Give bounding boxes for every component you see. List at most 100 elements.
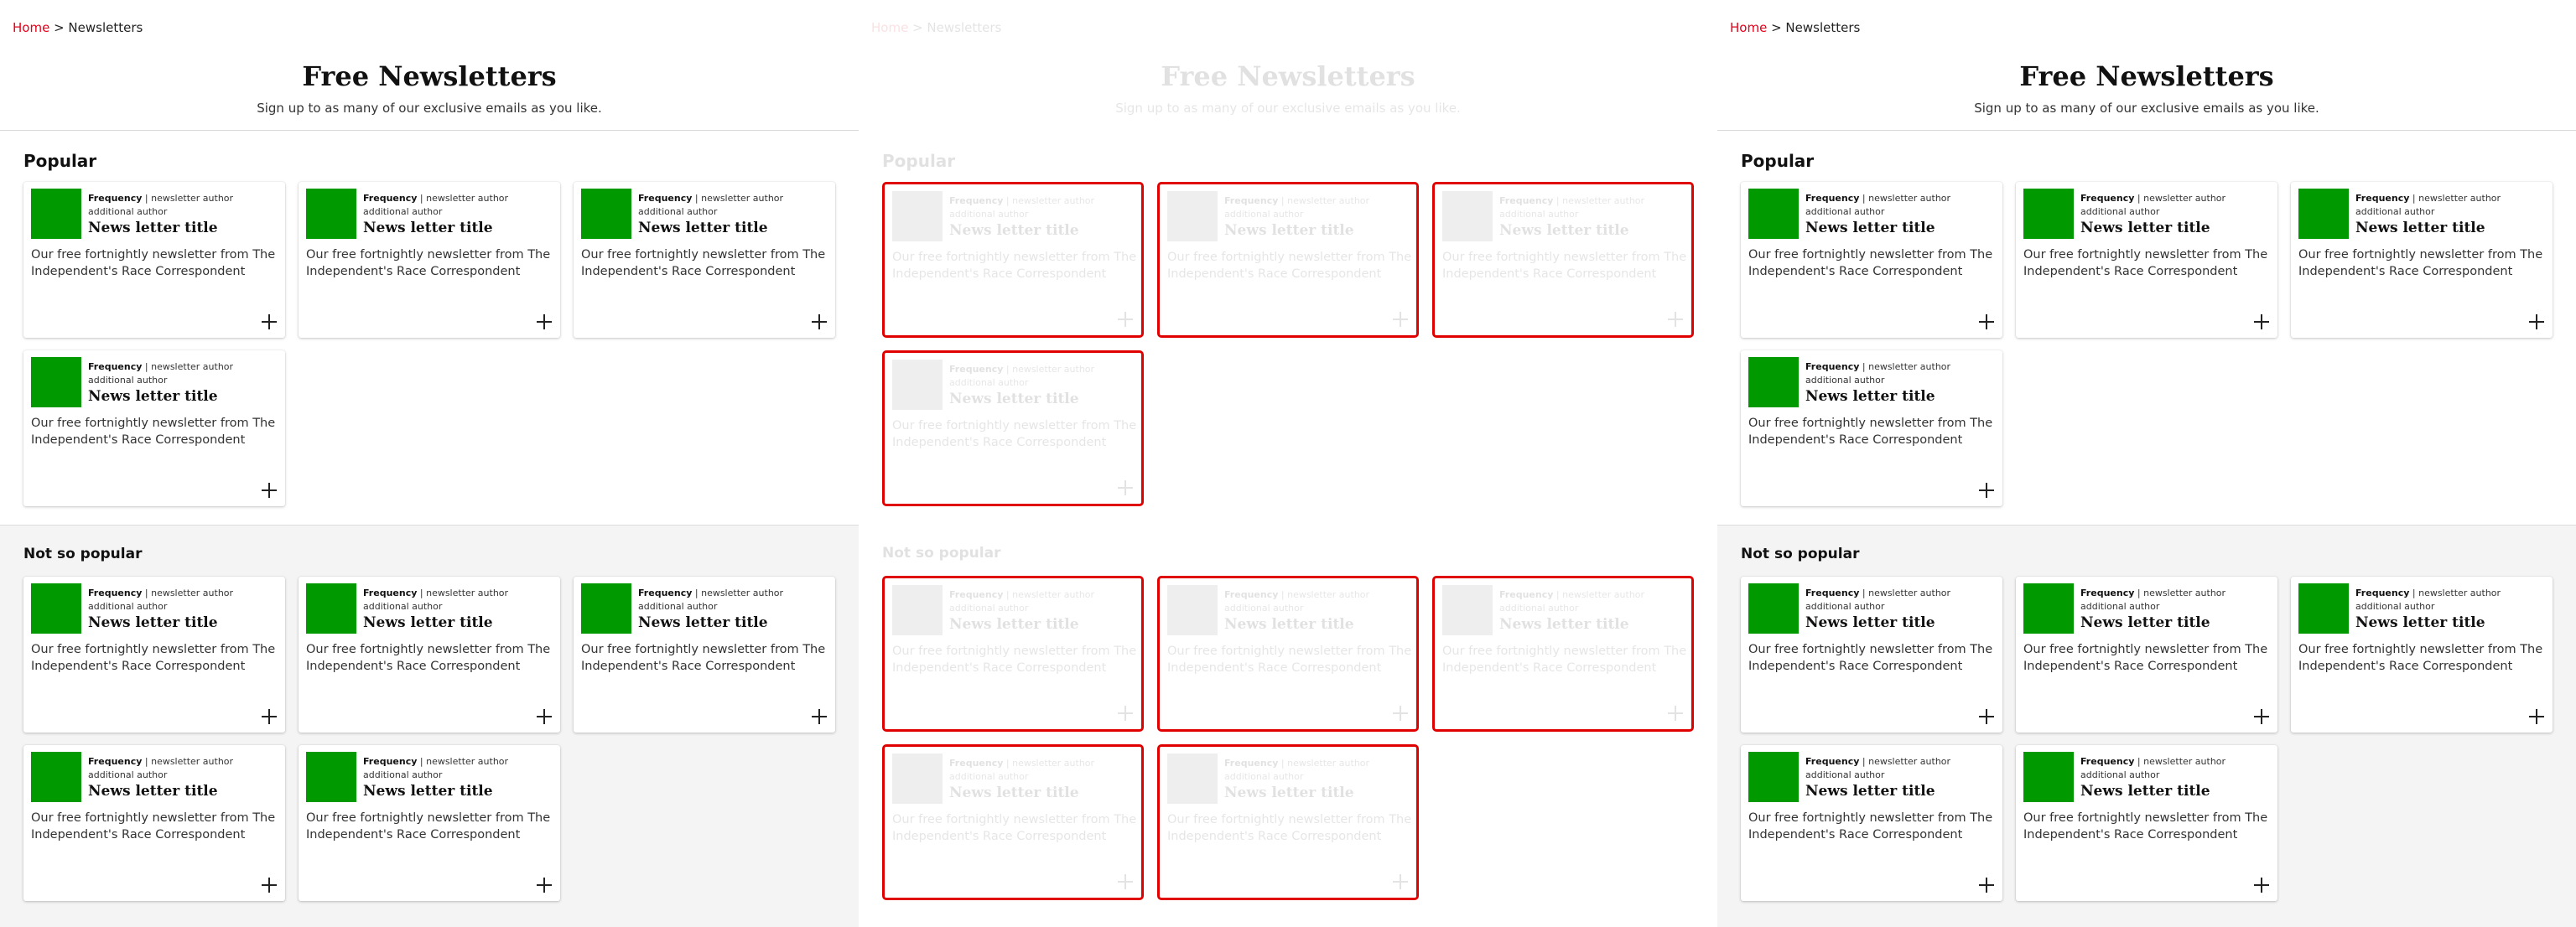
add-newsletter-plus-icon[interactable]: [1668, 312, 1683, 327]
newsletter-title: News letter title: [949, 222, 1079, 239]
newsletter-frequency: Frequency: [363, 756, 418, 767]
newsletter-thumbnail: [306, 189, 356, 239]
newsletter-card[interactable]: Frequency | newsletter author additional…: [574, 577, 835, 733]
breadcrumb-home-link[interactable]: Home: [871, 20, 908, 35]
newsletter-author: newsletter author: [1012, 195, 1095, 206]
newsletter-description: Our free fortnightly newsletter from The…: [581, 248, 826, 278]
newsletter-card[interactable]: Frequency | newsletter author additional…: [1741, 350, 2002, 506]
add-newsletter-plus-icon[interactable]: [1668, 706, 1683, 721]
newsletter-author: newsletter author: [2418, 193, 2501, 204]
newsletter-card[interactable]: Frequency | newsletter author additional…: [2016, 182, 2277, 338]
add-newsletter-plus-icon[interactable]: [812, 709, 827, 724]
newsletter-card[interactable]: Frequency | newsletter author additional…: [1741, 745, 2002, 901]
newsletter-author: newsletter author: [151, 756, 234, 767]
newsletter-meta: Frequency | newsletter author additional…: [1224, 588, 1369, 615]
add-newsletter-plus-icon[interactable]: [262, 878, 277, 893]
newsletter-card[interactable]: Frequency | newsletter author additional…: [2291, 577, 2553, 733]
newsletter-additional-author: additional author: [88, 769, 168, 780]
newsletter-additional-author: additional author: [949, 377, 1029, 388]
add-newsletter-plus-icon[interactable]: [812, 314, 827, 329]
meta-separator: |: [1005, 195, 1013, 206]
add-newsletter-plus-icon[interactable]: [262, 709, 277, 724]
newsletter-title: News letter title: [949, 616, 1079, 633]
newsletter-title: News letter title: [638, 614, 768, 631]
newsletter-card[interactable]: Frequency | newsletter author additional…: [1157, 576, 1419, 732]
add-newsletter-plus-icon[interactable]: [2254, 709, 2269, 724]
newsletter-card[interactable]: Frequency | newsletter author additional…: [23, 350, 285, 506]
add-newsletter-plus-icon[interactable]: [1393, 312, 1408, 327]
newsletter-card[interactable]: Frequency | newsletter author additional…: [1741, 182, 2002, 338]
newsletter-card[interactable]: Frequency | newsletter author additional…: [1432, 182, 1694, 338]
newsletter-card[interactable]: Frequency | newsletter author additional…: [1741, 577, 2002, 733]
newsletter-card[interactable]: Frequency | newsletter author additional…: [2016, 745, 2277, 901]
add-newsletter-plus-icon[interactable]: [537, 709, 552, 724]
panels-container: Home > Newsletters Free Newsletters Sign…: [0, 0, 2576, 927]
add-newsletter-plus-icon[interactable]: [1118, 706, 1133, 721]
add-newsletter-plus-icon[interactable]: [1393, 706, 1408, 721]
newsletter-card[interactable]: Frequency | newsletter author additional…: [882, 350, 1144, 506]
newsletter-title: News letter title: [1805, 614, 1935, 631]
add-newsletter-plus-icon[interactable]: [2254, 878, 2269, 893]
add-newsletter-plus-icon[interactable]: [1979, 878, 1994, 893]
newsletter-card[interactable]: Frequency | newsletter author additional…: [882, 182, 1144, 338]
newsletter-thumbnail: [892, 360, 943, 410]
add-newsletter-plus-icon[interactable]: [1118, 480, 1133, 495]
section-heading-not-popular: Not so popular: [882, 545, 1001, 562]
add-newsletter-plus-icon[interactable]: [1118, 312, 1133, 327]
add-newsletter-plus-icon[interactable]: [262, 314, 277, 329]
newsletter-additional-author: additional author: [88, 375, 168, 386]
newsletter-card[interactable]: Frequency | newsletter author additional…: [1432, 576, 1694, 732]
add-newsletter-plus-icon[interactable]: [262, 483, 277, 498]
newsletter-card[interactable]: Frequency | newsletter author additional…: [299, 577, 560, 733]
newsletter-description: Our free fortnightly newsletter from The…: [306, 811, 551, 842]
newsletter-card[interactable]: Frequency | newsletter author additional…: [23, 577, 285, 733]
newsletter-author: newsletter author: [1012, 364, 1095, 375]
newsletter-card[interactable]: Frequency | newsletter author additional…: [1157, 744, 1419, 900]
add-newsletter-plus-icon[interactable]: [1393, 874, 1408, 889]
add-newsletter-plus-icon[interactable]: [2529, 314, 2544, 329]
add-newsletter-plus-icon[interactable]: [537, 314, 552, 329]
add-newsletter-plus-icon[interactable]: [2529, 709, 2544, 724]
newsletter-card[interactable]: Frequency | newsletter author additional…: [2291, 182, 2553, 338]
newsletter-card[interactable]: Frequency | newsletter author additional…: [1157, 182, 1419, 338]
breadcrumb-home-link[interactable]: Home: [1730, 20, 1767, 35]
add-newsletter-plus-icon[interactable]: [1979, 709, 1994, 724]
newsletter-card[interactable]: Frequency | newsletter author additional…: [299, 182, 560, 338]
newsletter-card[interactable]: Frequency | newsletter author additional…: [23, 182, 285, 338]
meta-separator: |: [2137, 193, 2144, 204]
meta-separator: |: [2412, 193, 2419, 204]
newsletter-card[interactable]: Frequency | newsletter author additional…: [574, 182, 835, 338]
newsletter-additional-author: additional author: [363, 206, 443, 217]
newsletter-description: Our free fortnightly newsletter from The…: [2298, 643, 2543, 673]
add-newsletter-plus-icon[interactable]: [1118, 874, 1133, 889]
newsletter-meta: Frequency | newsletter author additional…: [1224, 194, 1369, 221]
add-newsletter-plus-icon[interactable]: [2254, 314, 2269, 329]
newsletter-frequency: Frequency: [1224, 758, 1279, 769]
newsletter-card[interactable]: Frequency | newsletter author additional…: [882, 744, 1144, 900]
add-newsletter-plus-icon[interactable]: [537, 878, 552, 893]
newsletter-card[interactable]: Frequency | newsletter author additional…: [882, 576, 1144, 732]
breadcrumb-home-link[interactable]: Home: [13, 20, 49, 35]
newsletter-description: Our free fortnightly newsletter from The…: [1748, 248, 1993, 278]
newsletter-author: newsletter author: [1287, 758, 1370, 769]
breadcrumb-separator: >: [912, 20, 927, 35]
newsletter-card[interactable]: Frequency | newsletter author additional…: [2016, 577, 2277, 733]
newsletter-meta: Frequency | newsletter author additional…: [88, 755, 233, 782]
section-heading-popular: Popular: [23, 151, 97, 171]
newsletter-meta: Frequency | newsletter author additional…: [1805, 192, 1950, 219]
add-newsletter-plus-icon[interactable]: [1979, 483, 1994, 498]
newsletter-card[interactable]: Frequency | newsletter author additional…: [299, 745, 560, 901]
newsletter-frequency: Frequency: [949, 364, 1004, 375]
newsletter-title: News letter title: [1499, 616, 1629, 633]
newsletter-additional-author: additional author: [638, 601, 718, 612]
newsletter-frequency: Frequency: [1805, 588, 1860, 598]
add-newsletter-plus-icon[interactable]: [1979, 314, 1994, 329]
newsletter-meta: Frequency | newsletter author additional…: [88, 360, 233, 387]
newsletter-thumbnail: [1748, 357, 1799, 407]
newsletter-card[interactable]: Frequency | newsletter author additional…: [23, 745, 285, 901]
panel-right: Home > Newsletters Free Newsletters Sign…: [1717, 0, 2576, 927]
meta-separator: |: [1862, 361, 1869, 372]
newsletter-frequency: Frequency: [88, 193, 143, 204]
newsletter-title: News letter title: [1805, 783, 1935, 800]
newsletter-frequency: Frequency: [1499, 195, 1554, 206]
